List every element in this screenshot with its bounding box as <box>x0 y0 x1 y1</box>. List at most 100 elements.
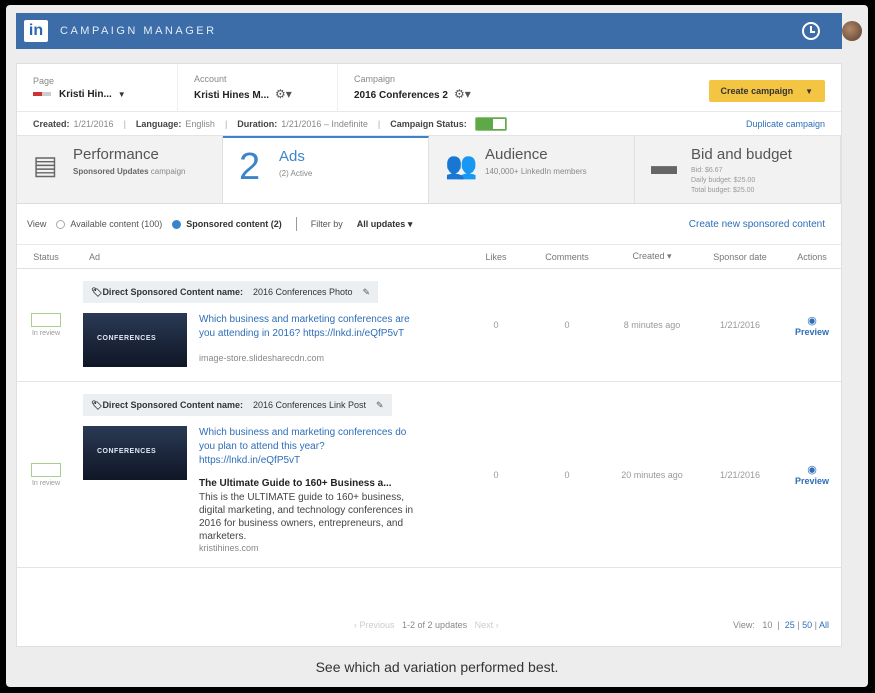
campaign-info-bar: Created: 1/21/2016 | Language: English | Dur… <box>17 112 841 136</box>
col-status: Status <box>33 251 59 262</box>
account-selector-label: Account <box>194 74 227 84</box>
likes-value: 0 <box>493 469 499 480</box>
avatar[interactable] <box>842 21 862 41</box>
table-row: In review 🏷Direct Sponsored Content name… <box>17 269 841 382</box>
ad-domain: kristihines.com <box>199 543 259 553</box>
page-size-10[interactable]: 10 <box>762 620 772 630</box>
tab-performance[interactable]: ▤ Performance Sponsored Updates campaign <box>17 136 223 203</box>
page-size-all[interactable]: All <box>819 620 829 630</box>
create-sponsored-content-link[interactable]: Create new sponsored content <box>689 219 825 230</box>
campaign-status-toggle[interactable] <box>474 116 507 131</box>
status-text: In review <box>31 330 60 337</box>
preview-button[interactable]: ◉ Preview <box>783 269 841 382</box>
page-selector-label: Page <box>33 75 55 86</box>
create-campaign-button[interactable]: Create campaign ▼ <box>708 80 825 102</box>
tab-performance-sub-bold: Sponsored Updates <box>73 167 149 176</box>
tab-audience[interactable]: 👥 Audience 140,000+ LinkedIn members <box>429 136 635 203</box>
tab-audience-title: Audience <box>485 146 548 163</box>
pagination: ‹ Previous 1-2 of 2 updates Next › View:… <box>354 620 829 630</box>
linkedin-logo[interactable]: in <box>24 20 48 42</box>
bid-line: Bid: $6.67 <box>691 167 723 174</box>
created-value: 8 minutes ago <box>623 320 681 330</box>
tab-ads-title: Ads <box>279 148 305 165</box>
ad-description: This is the ULTIMATE guide to 160+ busin… <box>199 492 414 542</box>
filter-bar: View Available content (100) Sponsored c… <box>17 204 841 244</box>
status-text: In review <box>31 479 60 487</box>
chevron-down-icon: ▼ <box>117 89 126 99</box>
col-actions: Actions <box>797 251 827 262</box>
preview-button[interactable]: ◉ Preview <box>783 382 841 568</box>
pencil-icon[interactable]: ✎ <box>376 400 384 411</box>
ads-table: Status Ad Likes Comments Created ▾ Spons… <box>17 244 841 568</box>
pagination-summary: 1-2 of 2 updates <box>402 620 468 630</box>
ad-post-link[interactable]: Which business and marketing conferences… <box>199 313 424 341</box>
campaign-selector[interactable]: Campaign 2016 Conferences 2 ⚙▾ <box>337 63 497 112</box>
ad-headline: The Ultimate Guide to 160+ Business a... <box>199 478 392 489</box>
preview-label: Preview <box>794 326 830 337</box>
account-selector-value: Kristi Hines M... <box>194 90 270 101</box>
tab-bid-budget[interactable]: ▬ Bid and budget Bid: $6.67 Daily budget… <box>635 136 841 203</box>
page-selector[interactable]: Page Kristi Hin... ▼ <box>17 64 177 112</box>
duration-value: 1/21/2016 – Indefinite <box>281 118 368 129</box>
status-indicator <box>31 313 61 327</box>
pencil-icon[interactable]: ✎ <box>363 287 371 298</box>
tab-ads[interactable]: 2 Ads (2) Active <box>223 136 429 203</box>
page-size-25[interactable]: 25 <box>785 620 795 630</box>
created-value: 1/21/2016 <box>73 118 114 129</box>
ad-post-link[interactable]: Which business and marketing conferences… <box>199 426 424 468</box>
created-label: Created: <box>33 118 70 129</box>
screenshot-frame: in CAMPAIGN MANAGER Page Kristi Hin... ▼ … <box>6 5 868 687</box>
tab-performance-sub: campaign <box>148 167 186 176</box>
selector-bar: Page Kristi Hin... ▼ Account Kristi Hines… <box>17 63 841 112</box>
language-label: Language: <box>135 118 182 129</box>
sponsor-date-value: 1/21/2016 <box>719 320 761 330</box>
create-campaign-label: Create campaign <box>720 86 794 96</box>
eye-icon: ◉ <box>807 464 817 476</box>
previous-link[interactable]: ‹ Previous <box>354 620 395 630</box>
clock-icon[interactable] <box>802 22 820 40</box>
col-created[interactable]: Created ▾ <box>607 245 697 269</box>
ad-name-bar: 🏷Direct Sponsored Content name: 2016 Con… <box>83 281 379 303</box>
total-budget-line: Total budget: $25.00 <box>691 187 755 194</box>
gear-icon[interactable]: ⚙▾ <box>275 87 292 101</box>
page-size-label: View: <box>733 620 755 630</box>
page-size-50[interactable]: 50 <box>802 620 812 630</box>
ad-name-label: 🏷Direct Sponsored Content name: <box>91 399 243 410</box>
app-title: CAMPAIGN MANAGER <box>60 25 217 37</box>
gear-icon[interactable]: ⚙▾ <box>454 87 471 101</box>
col-likes[interactable]: Likes <box>465 245 527 269</box>
account-selector[interactable]: Account Kristi Hines M... ⚙▾ <box>177 63 337 112</box>
sponsored-content-radio[interactable] <box>172 219 182 229</box>
page-selector-value: Kristi Hin... <box>59 88 112 100</box>
document-chart-icon: ▤ <box>33 150 58 180</box>
comments-value: 0 <box>564 320 570 330</box>
tab-bid-budget-title: Bid and budget <box>691 146 792 163</box>
duplicate-campaign-link[interactable]: Duplicate campaign <box>746 119 825 129</box>
comments-value: 0 <box>564 469 570 480</box>
ad-domain: image-store.slidesharecdn.com <box>199 353 325 363</box>
col-comments[interactable]: Comments <box>527 245 607 269</box>
top-nav-bar: in CAMPAIGN MANAGER <box>16 13 862 49</box>
preview-label: Preview <box>794 476 830 486</box>
daily-budget-line: Daily budget: $25.00 <box>691 177 756 184</box>
sponsor-date-value: 1/21/2016 <box>719 469 761 480</box>
available-content-label[interactable]: Available content (100) <box>70 219 162 229</box>
ad-thumbnail: CONFERENCES <box>83 426 187 480</box>
available-content-radio[interactable] <box>56 219 66 229</box>
sponsored-content-label[interactable]: Sponsored content (2) <box>186 219 282 229</box>
status-indicator <box>31 462 61 477</box>
table-header-row: Status Ad Likes Comments Created ▾ Spons… <box>17 244 841 269</box>
likes-value: 0 <box>493 320 499 330</box>
tab-performance-title: Performance <box>73 146 159 163</box>
col-sponsor-date[interactable]: Sponsor date <box>697 245 783 269</box>
people-icon: 👥 <box>445 150 478 180</box>
campaign-panel: Page Kristi Hin... ▼ Account Kristi Hines… <box>16 63 842 647</box>
eye-icon: ◉ <box>807 314 817 327</box>
next-link[interactable]: Next › <box>475 620 499 630</box>
language-value: English <box>185 118 215 129</box>
campaign-selector-value: 2016 Conferences 2 <box>354 90 448 101</box>
all-updates-dropdown[interactable]: All updates ▾ <box>357 219 413 230</box>
campaign-selector-label: Campaign <box>354 74 396 84</box>
created-value: 20 minutes ago <box>621 469 683 480</box>
col-ad: Ad <box>89 251 101 262</box>
